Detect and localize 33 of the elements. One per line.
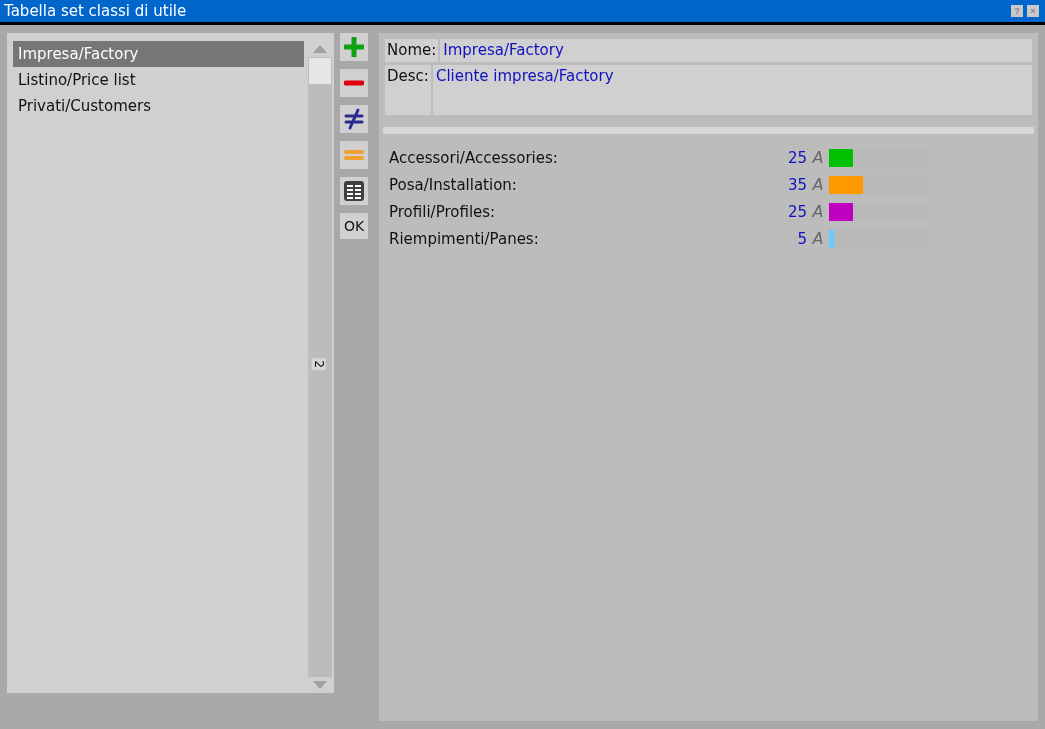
window-title: Tabella set classi di utile: [4, 2, 187, 20]
table-icon: [343, 180, 365, 202]
not-equal-button[interactable]: [340, 105, 368, 133]
equal-button[interactable]: [340, 141, 368, 169]
not-equal-icon: [344, 108, 364, 130]
remove-button[interactable]: [340, 69, 368, 97]
name-field[interactable]: Impresa/Factory: [440, 39, 1032, 62]
font-icon[interactable]: A: [807, 229, 829, 248]
list-item[interactable]: Privati/Customers: [13, 93, 304, 119]
font-icon[interactable]: A: [807, 148, 829, 167]
page-number: 2: [311, 358, 326, 370]
class-label: Posa/Installation:: [389, 175, 518, 194]
list-item[interactable]: Listino/Price list: [13, 67, 304, 93]
font-icon[interactable]: A: [807, 202, 829, 221]
table-button[interactable]: [340, 177, 368, 205]
class-value[interactable]: 5: [779, 229, 807, 248]
add-button[interactable]: [340, 33, 368, 61]
list-item[interactable]: Impresa/Factory: [13, 41, 304, 67]
class-value[interactable]: 35: [779, 175, 807, 194]
class-value[interactable]: 25: [779, 148, 807, 167]
name-label: Nome:: [385, 39, 439, 62]
ok-button[interactable]: OK: [340, 213, 368, 239]
plus-icon: [344, 37, 364, 57]
scrollbar-thumb[interactable]: [309, 58, 331, 84]
class-label: Accessori/Accessories:: [389, 148, 559, 167]
scroll-down-icon[interactable]: [313, 681, 327, 689]
desc-label: Desc:: [385, 65, 431, 115]
scroll-up-icon[interactable]: [313, 45, 327, 53]
desc-field[interactable]: Cliente impresa/Factory: [432, 65, 1032, 115]
font-icon[interactable]: A: [807, 175, 829, 194]
class-value[interactable]: 25: [779, 202, 807, 221]
class-label: Profili/Profiles:: [389, 202, 497, 221]
class-label: Riempimenti/Panes:: [389, 229, 540, 248]
